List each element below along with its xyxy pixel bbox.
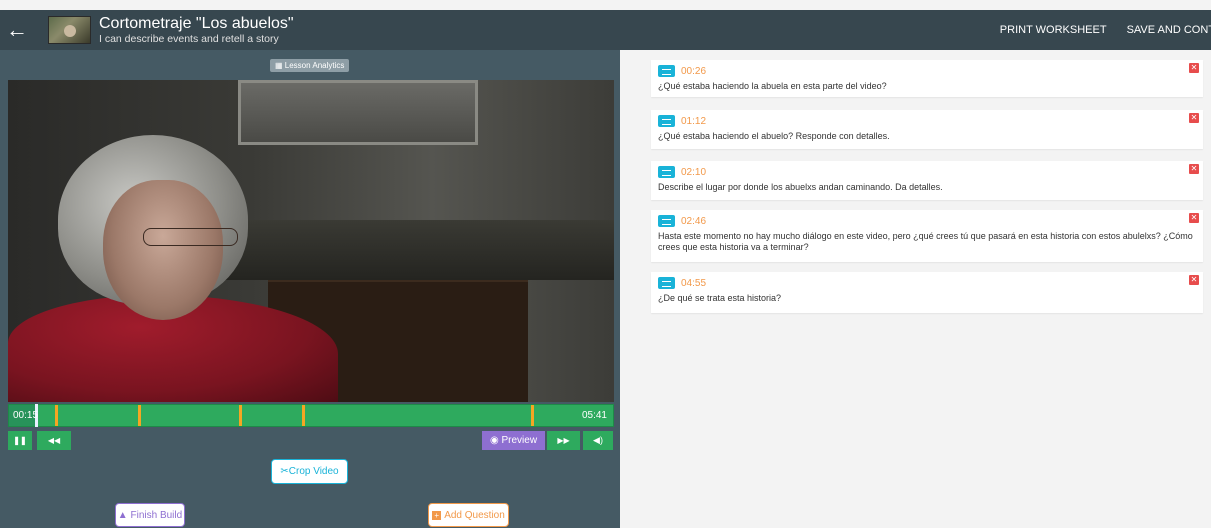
question-time[interactable]: 01:12 (681, 116, 706, 127)
top-bar: ← Cortometraje "Los abuelos" I can descr… (0, 10, 1211, 50)
pause-icon: ❚❚ (13, 436, 27, 445)
question-text: Describe el lugar por donde los abuelxs … (658, 182, 943, 192)
volume-icon: ◀) (593, 435, 603, 445)
page: ← Cortometraje "Los abuelos" I can descr… (0, 0, 1211, 528)
skip-forward-button[interactable]: ▶▶ (547, 431, 580, 450)
question-text: ¿Qué estaba haciendo el abuelo? Responde… (658, 131, 890, 141)
question-marker[interactable] (239, 405, 242, 426)
question-text: Hasta este momento no hay mucho diálogo … (658, 231, 1193, 252)
question-time[interactable]: 04:55 (681, 278, 706, 289)
questions-panel: 00:26 ¿Qué estaba haciendo la abuela en … (620, 50, 1211, 528)
add-question-button[interactable]: + Add Question (428, 503, 509, 527)
close-icon: ✕ (1190, 113, 1198, 122)
question-card[interactable]: 04:55 ¿De qué se trata esta historia? ✕ (651, 272, 1203, 313)
current-time: 00:15 (13, 410, 39, 421)
keyboard-icon (658, 215, 675, 227)
keyboard-icon (658, 277, 675, 289)
volume-button[interactable]: ◀) (583, 431, 613, 450)
keyboard-icon (658, 166, 675, 178)
crop-video-button[interactable]: ✂ Crop Video (271, 459, 348, 484)
keyboard-icon (658, 115, 675, 127)
preview-button[interactable]: ◉ Preview (482, 431, 545, 450)
close-icon: ✕ (1190, 275, 1198, 284)
video-scene-counter (198, 220, 614, 280)
question-marker[interactable] (531, 405, 534, 426)
finish-build-button[interactable]: ▲ Finish Build (115, 503, 185, 527)
close-icon: ✕ (1190, 63, 1198, 72)
add-question-label: Add Question (444, 509, 505, 521)
delete-question-button[interactable]: ✕ (1189, 164, 1199, 174)
question-time[interactable]: 00:26 (681, 66, 706, 77)
lesson-analytics-label: Lesson Analytics (284, 61, 345, 70)
lesson-title: Cortometraje "Los abuelos" (99, 14, 294, 32)
save-and-continue-button[interactable]: SAVE AND CONT (1127, 24, 1211, 36)
question-card[interactable]: 02:10 Describe el lugar por donde los ab… (651, 161, 1203, 200)
plus-icon: + (432, 510, 442, 520)
question-time[interactable]: 02:10 (681, 167, 706, 178)
thumbs-up-icon: ▲ (117, 509, 131, 521)
delete-question-button[interactable]: ✕ (1189, 213, 1199, 223)
pause-button[interactable]: ❚❚ (8, 431, 32, 450)
question-marker[interactable] (55, 405, 58, 426)
question-card[interactable]: 00:26 ¿Qué estaba haciendo la abuela en … (651, 60, 1203, 97)
print-worksheet-button[interactable]: PRINT WORKSHEET (1000, 24, 1107, 36)
lesson-analytics-button[interactable]: ▦ Lesson Analytics (270, 59, 350, 72)
eye-icon: ◉ (489, 435, 502, 446)
lesson-titles: Cortometraje "Los abuelos" I can describ… (99, 15, 294, 45)
delete-question-button[interactable]: ✕ (1189, 113, 1199, 123)
arrow-left-icon: ← (6, 17, 28, 42)
question-time[interactable]: 02:46 (681, 216, 706, 227)
skip-forward-icon: ▶▶ (557, 436, 570, 445)
video-frame[interactable] (8, 80, 614, 402)
lesson-thumbnail (48, 16, 91, 44)
keyboard-icon (658, 65, 675, 77)
question-marker[interactable] (302, 405, 305, 426)
finish-build-label: Finish Build (130, 509, 183, 521)
question-card[interactable]: 01:12 ¿Qué estaba haciendo el abuelo? Re… (651, 110, 1203, 149)
video-panel: ▦ Lesson Analytics 00:15 05:41 ❚❚ ◀◀ ◉ P… (0, 50, 620, 528)
delete-question-button[interactable]: ✕ (1189, 275, 1199, 285)
video-scene-glasses (143, 228, 238, 246)
video-scene-window (238, 80, 478, 145)
question-marker[interactable] (138, 405, 141, 426)
question-text: ¿Qué estaba haciendo la abuela en esta p… (658, 81, 887, 91)
delete-question-button[interactable]: ✕ (1189, 63, 1199, 73)
scissors-icon: ✂ (280, 466, 289, 477)
question-card[interactable]: 02:46 Hasta este momento no hay mucho di… (651, 210, 1203, 262)
crop-video-label: Crop Video (288, 466, 339, 477)
skip-back-icon: ◀◀ (47, 436, 61, 445)
video-timeline[interactable]: 00:15 05:41 (8, 404, 614, 427)
close-icon: ✕ (1190, 164, 1198, 173)
header-actions: PRINT WORKSHEET SAVE AND CONT (980, 10, 1211, 50)
chart-icon: ▦ (275, 61, 285, 70)
close-icon: ✕ (1190, 213, 1198, 222)
preview-label: Preview (501, 435, 538, 446)
lesson-subtitle: I can describe events and retell a story (99, 32, 279, 45)
duration-time: 05:41 (581, 410, 607, 421)
video-scene-person-face (103, 180, 223, 320)
skip-back-button[interactable]: ◀◀ (37, 431, 71, 450)
question-text: ¿De qué se trata esta historia? (658, 293, 782, 303)
back-button[interactable]: ← (0, 10, 34, 50)
